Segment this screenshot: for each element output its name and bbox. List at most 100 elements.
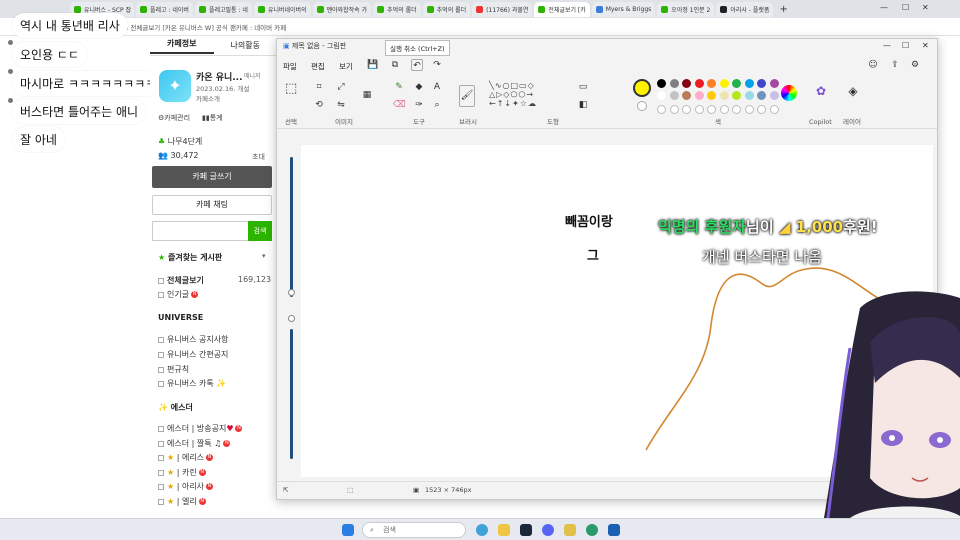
palette-color-swatch[interactable] bbox=[669, 91, 679, 100]
copilot-icon[interactable]: ✿ bbox=[815, 85, 827, 97]
magnifier-icon[interactable]: ⌕ bbox=[431, 99, 443, 111]
menu-edit[interactable]: 편집 bbox=[311, 61, 325, 72]
custom-color-slot[interactable] bbox=[744, 105, 754, 114]
discord-icon[interactable] bbox=[542, 524, 554, 536]
palette-color-swatch[interactable] bbox=[669, 79, 679, 88]
browser-tab[interactable]: 아리사 - 플랫폼 bbox=[716, 1, 774, 17]
palette-color-swatch[interactable] bbox=[707, 79, 716, 88]
palette-color-swatch[interactable] bbox=[657, 91, 666, 100]
text-icon[interactable]: A bbox=[431, 81, 443, 93]
select-icon[interactable]: ⬚ bbox=[285, 82, 297, 95]
shapes-gallery[interactable]: ╲∿○□▭◇ △▷◇⬠⬡→ ←↑↓✦☆☁ bbox=[489, 81, 559, 115]
favorite-boards-header[interactable]: ★ 즐겨찾는 게시판 bbox=[158, 252, 222, 263]
paint-taskbar-icon[interactable] bbox=[608, 524, 620, 536]
brush-icon[interactable]: 🖌 bbox=[459, 85, 475, 107]
custom-color-slot[interactable] bbox=[757, 105, 766, 114]
cafe-app-icon[interactable] bbox=[564, 524, 576, 536]
palette-color-swatch[interactable] bbox=[694, 91, 704, 100]
share-out-icon[interactable]: ⇪ bbox=[889, 59, 901, 71]
palette-color-swatch[interactable] bbox=[769, 91, 779, 100]
custom-color-slot[interactable] bbox=[669, 105, 679, 114]
palette-color-swatch[interactable] bbox=[657, 79, 666, 88]
chrome-icon[interactable] bbox=[586, 524, 598, 536]
flip-icon[interactable]: ⇋ bbox=[335, 99, 347, 111]
custom-color-slot[interactable] bbox=[707, 105, 716, 114]
custom-color-slot[interactable] bbox=[657, 105, 666, 114]
palette-color-swatch[interactable] bbox=[682, 91, 691, 100]
board-item[interactable]: ★ | 에리스 N bbox=[158, 452, 214, 463]
fill-shape-icon[interactable]: ◧ bbox=[577, 99, 589, 111]
custom-color-slot[interactable] bbox=[682, 105, 691, 114]
palette-color-swatch[interactable] bbox=[769, 79, 779, 88]
browser-tab[interactable]: 유니버네이버의 bbox=[253, 1, 311, 17]
tab-my-activity[interactable]: 나의활동 bbox=[214, 40, 278, 51]
cafe-search-button[interactable]: 검색 bbox=[248, 221, 272, 241]
board-item[interactable]: 에스더 | 방송공지♥ N bbox=[158, 423, 243, 434]
palette-color-swatch[interactable] bbox=[744, 91, 754, 100]
new-tab-button[interactable]: + bbox=[775, 4, 791, 15]
palette-color-swatch[interactable] bbox=[732, 91, 741, 100]
board-all-posts[interactable]: 전체글보기 bbox=[158, 275, 204, 286]
tab-cafe-info[interactable]: 카페정보 bbox=[150, 38, 214, 54]
cafe-chat-button[interactable]: 카페 채팅 bbox=[152, 195, 272, 215]
slider-knob[interactable] bbox=[288, 289, 295, 296]
resize-icon[interactable]: ⤢ bbox=[335, 81, 347, 93]
palette-color-swatch[interactable] bbox=[757, 79, 766, 88]
palette-color-swatch[interactable] bbox=[744, 79, 754, 88]
board-item[interactable]: ★ | 카린 N bbox=[158, 467, 206, 478]
layers-icon[interactable]: ◈ bbox=[847, 85, 859, 97]
palette-color-swatch[interactable] bbox=[682, 79, 691, 88]
menu-file[interactable]: 파일 bbox=[283, 61, 297, 72]
image-tools-icon[interactable]: ▦ bbox=[361, 89, 373, 101]
share-icon[interactable]: ⧉ bbox=[389, 59, 401, 71]
undo-icon[interactable]: ↶ bbox=[411, 59, 423, 71]
custom-color-slot[interactable] bbox=[719, 105, 729, 114]
custom-color-slot[interactable] bbox=[694, 105, 704, 114]
address-bar[interactable]: om 전체글보기 [카온 유니버스 W] 공식 팬카페 : 네이버 카페 bbox=[0, 18, 960, 36]
browser-tab[interactable]: 멘아와합작속 가 bbox=[312, 1, 372, 17]
cafe-stats-link[interactable]: ▮▮통계 bbox=[202, 113, 223, 123]
minimize-icon[interactable]: — bbox=[883, 41, 891, 50]
custom-color-slot[interactable] bbox=[769, 105, 779, 114]
color-palette[interactable] bbox=[657, 79, 787, 117]
color-picker-icon[interactable]: ✑ bbox=[413, 99, 425, 111]
rotate-icon[interactable]: ⟲ bbox=[313, 99, 325, 111]
board-item[interactable]: 유니버스 카톡 ✨ bbox=[158, 378, 226, 389]
board-item[interactable]: 유니버스 간편공지 bbox=[158, 349, 228, 360]
browser-tab[interactable]: 오아정 1인분 2 bbox=[657, 1, 715, 17]
board-item[interactable]: ★ | 아리사 N bbox=[158, 481, 214, 492]
browser-tab-active[interactable]: 전체글보기 [카 bbox=[534, 1, 590, 17]
palette-color-swatch[interactable] bbox=[719, 91, 729, 100]
taskbar-search[interactable]: ⌕ 검색 bbox=[362, 522, 466, 538]
minimize-icon[interactable]: — bbox=[880, 3, 888, 12]
palette-color-swatch[interactable] bbox=[707, 91, 716, 100]
maximize-icon[interactable]: ☐ bbox=[902, 3, 909, 12]
browser-tab[interactable]: Myers & Briggs bbox=[591, 1, 656, 17]
close-icon[interactable]: ✕ bbox=[922, 3, 929, 12]
steam-icon[interactable] bbox=[520, 524, 532, 536]
cafe-search-input[interactable] bbox=[152, 221, 249, 241]
brush-size-slider[interactable] bbox=[290, 157, 293, 297]
menu-view[interactable]: 보기 bbox=[339, 61, 353, 72]
browser-tab[interactable]: 추억의 롤더 bbox=[422, 1, 471, 17]
outline-icon[interactable]: ▭ bbox=[577, 81, 589, 93]
opacity-slider[interactable] bbox=[290, 329, 293, 459]
board-popular[interactable]: 인기글 N bbox=[158, 289, 199, 300]
fill-icon[interactable]: ◆ bbox=[413, 81, 425, 93]
maximize-icon[interactable]: ☐ bbox=[902, 41, 909, 50]
browser-tab[interactable]: (11766) 과몰연 bbox=[472, 1, 533, 17]
browser-tab[interactable]: 추억의 롤더 bbox=[373, 1, 421, 17]
settings-gear-icon[interactable]: ⚙ bbox=[909, 59, 921, 71]
slider-knob[interactable] bbox=[288, 315, 295, 322]
feedback-icon[interactable]: ☺ bbox=[867, 59, 879, 71]
selected-color-swatch[interactable] bbox=[633, 79, 651, 97]
redo-icon[interactable]: ↷ bbox=[431, 59, 443, 71]
board-item[interactable]: 에스더 | 짤툭 ♫ N bbox=[158, 438, 231, 449]
chevron-down-icon[interactable]: ▾ bbox=[262, 252, 266, 260]
browser-tab[interactable]: 플레고필통 : 네 bbox=[194, 1, 252, 17]
save-icon[interactable]: 💾 bbox=[367, 59, 379, 71]
palette-color-swatch[interactable] bbox=[719, 79, 729, 88]
cafe-write-button[interactable]: 카페 글쓰기 bbox=[152, 166, 272, 188]
board-item[interactable]: 편규칙 bbox=[158, 364, 189, 375]
palette-color-swatch[interactable] bbox=[732, 79, 741, 88]
